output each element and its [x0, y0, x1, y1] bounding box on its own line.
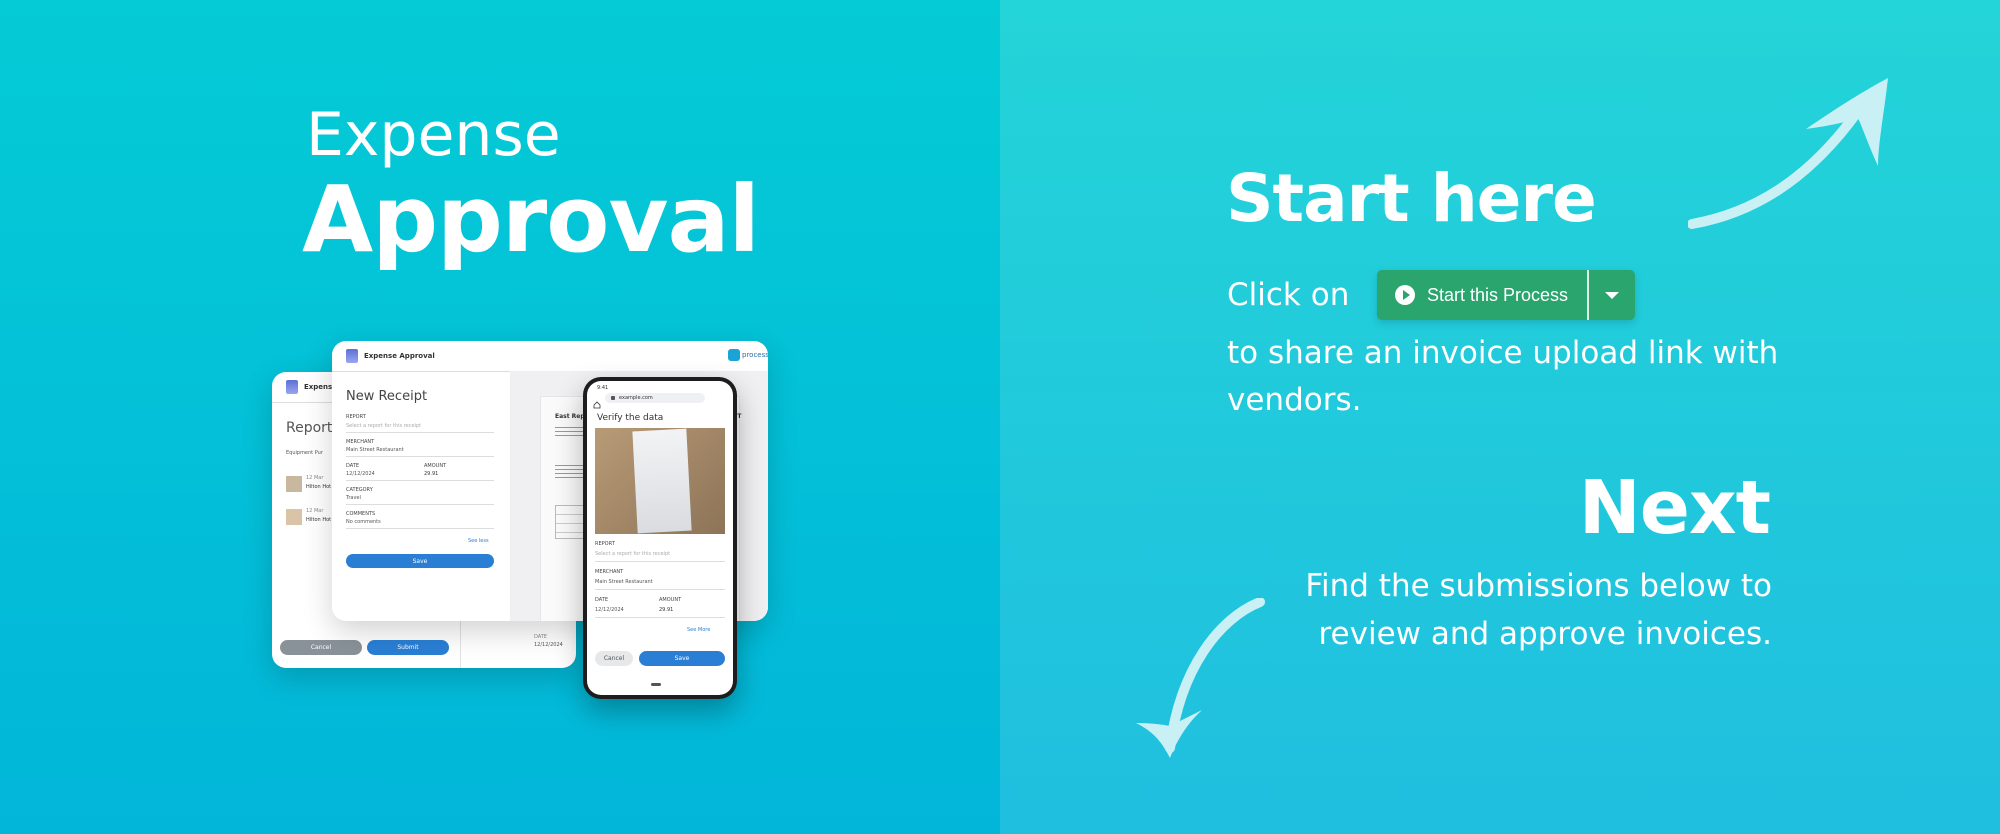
- start-process-main[interactable]: Start this Process: [1377, 270, 1587, 320]
- start-process-button[interactable]: Start this Process: [1377, 270, 1635, 320]
- category-field[interactable]: Travel: [346, 495, 361, 501]
- save-button[interactable]: Save: [639, 651, 725, 666]
- report-select[interactable]: Select a report for this receipt: [595, 551, 670, 557]
- divider: [346, 456, 494, 457]
- home-indicator: [651, 683, 661, 686]
- brand-logo-icon: [728, 349, 740, 361]
- verify-heading: Verify the data: [597, 413, 664, 423]
- merchant-field[interactable]: Main Street Restaurant: [595, 579, 653, 585]
- submit-button[interactable]: Submit: [367, 640, 449, 655]
- phone-mockup: 9:41 example.com Verify the data REPORT …: [583, 377, 737, 699]
- date-value: 12/12/2024: [534, 642, 563, 648]
- receipt-thumb: [286, 476, 302, 492]
- save-button[interactable]: Save: [346, 554, 494, 568]
- merchant-label: MERCHANT: [595, 569, 624, 575]
- row-text: Hilton Hot: [306, 517, 332, 523]
- date-label: DATE: [534, 634, 548, 640]
- row-text: Hilton Hot: [306, 484, 332, 490]
- divider: [346, 528, 494, 529]
- date-field[interactable]: 12/12/2024: [346, 471, 375, 477]
- report-heading: Report: [286, 420, 333, 436]
- phone-screen: 9:41 example.com Verify the data REPORT …: [587, 381, 733, 695]
- new-receipt-app-title: Expense Approval: [364, 352, 435, 360]
- row-date: 12 Mar: [306, 475, 324, 481]
- divider: [346, 504, 494, 505]
- process-options-dropdown[interactable]: [1589, 270, 1635, 320]
- start-here-title: Start here: [1226, 160, 1597, 237]
- start-process-label: Start this Process: [1427, 284, 1569, 305]
- divider: [595, 561, 725, 562]
- report-select[interactable]: Select a report for this receipt: [346, 423, 421, 429]
- comments-field[interactable]: No comments: [346, 519, 381, 525]
- app-logo-icon: [346, 349, 358, 363]
- app-logo-icon: [286, 380, 298, 394]
- report-label: REPORT: [595, 541, 615, 547]
- cancel-button[interactable]: Cancel: [280, 640, 362, 655]
- date-field[interactable]: 12/12/2024: [595, 607, 624, 613]
- comments-label: COMMENTS: [346, 511, 376, 517]
- divider: [346, 480, 494, 481]
- caret-down-icon: [1605, 291, 1619, 299]
- category-label: CATEGORY: [346, 487, 373, 493]
- brand-name: process: [742, 351, 768, 359]
- home-icon[interactable]: [593, 394, 601, 409]
- status-time: 9:41: [597, 385, 609, 391]
- row-date: 12 Mar: [306, 508, 324, 514]
- receipt-thumb: [286, 509, 302, 525]
- see-less-link[interactable]: See less: [468, 538, 489, 544]
- amount-field[interactable]: 29.91: [659, 607, 673, 613]
- receipt-photo: [595, 428, 725, 534]
- hero-title-line2: Approval: [302, 166, 760, 273]
- arrow-up-right-icon: [1688, 78, 1888, 229]
- share-instructions: to share an invoice upload link with ven…: [1227, 335, 1779, 418]
- report-subtitle: Equipment Pur: [286, 450, 323, 456]
- lock-icon: [611, 396, 615, 400]
- click-on-text: Click on: [1227, 277, 1350, 313]
- amount-label: AMOUNT: [424, 463, 447, 469]
- divider: [346, 432, 494, 433]
- arrow-down-left-icon: [1136, 598, 1265, 758]
- url-bar[interactable]: example.com: [605, 393, 705, 403]
- report-label: REPORT: [346, 414, 366, 420]
- url-text: example.com: [619, 395, 653, 401]
- find-submissions-text: Find the submissions below to review and…: [1305, 568, 1772, 652]
- hero-title-line1: Expense: [306, 100, 561, 170]
- receipt-paper: [632, 428, 692, 534]
- merchant-label: MERCHANT: [346, 439, 375, 445]
- next-title: Next: [1578, 465, 1771, 551]
- cancel-button[interactable]: Cancel: [595, 651, 633, 666]
- date-label: DATE: [346, 463, 360, 469]
- divider: [595, 589, 725, 590]
- date-label: DATE: [595, 597, 609, 603]
- document-title: East Rep: [555, 413, 585, 420]
- amount-label: AMOUNT: [659, 597, 682, 603]
- new-receipt-heading: New Receipt: [346, 389, 428, 404]
- left-panel: Expense Approval Expens Report Equipment…: [0, 0, 1000, 834]
- merchant-field[interactable]: Main Street Restaurant: [346, 447, 404, 453]
- amount-field[interactable]: 29.91: [424, 471, 438, 477]
- report-card-app-title: Expens: [304, 383, 333, 391]
- play-icon: [1395, 285, 1415, 305]
- see-more-link[interactable]: See More: [687, 627, 710, 633]
- divider: [595, 617, 725, 618]
